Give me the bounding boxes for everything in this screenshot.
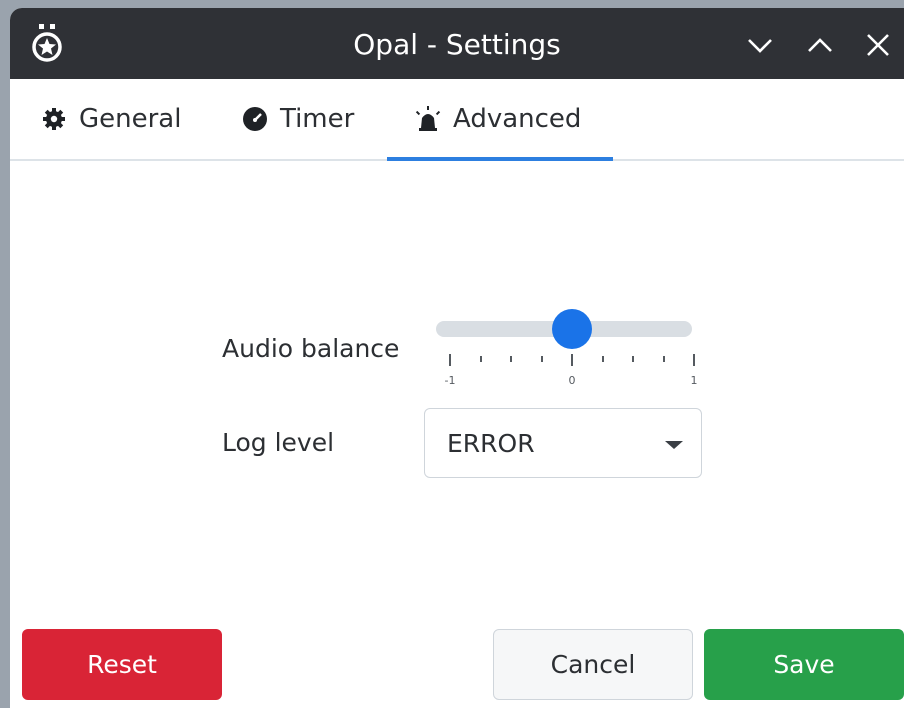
- slider-tick: [449, 354, 451, 366]
- slider-tick: [632, 356, 634, 362]
- slider-tick: [693, 354, 695, 366]
- tick-label-mid: 0: [568, 374, 576, 387]
- save-button[interactable]: Save: [704, 629, 904, 700]
- slider-tick: [571, 354, 573, 366]
- tab-bar: General Timer Advanced: [10, 79, 904, 161]
- title-bar: Opal - Settings: [10, 8, 904, 79]
- reset-button[interactable]: Reset: [22, 629, 222, 700]
- log-level-value: ERROR: [447, 429, 535, 458]
- slider-thumb[interactable]: [552, 309, 592, 349]
- tick-label-min: -1: [444, 374, 456, 387]
- audio-balance-slider[interactable]: -1 0 1: [434, 300, 704, 390]
- slider-tick: [540, 356, 543, 362]
- slider-tick: [510, 356, 512, 362]
- slider-tick: [601, 356, 604, 362]
- gauge-icon: [242, 106, 268, 132]
- log-level-select[interactable]: ERROR: [424, 408, 702, 478]
- maximize-icon[interactable]: [803, 28, 837, 62]
- tab-advanced-label: Advanced: [453, 104, 582, 134]
- gear-icon: [41, 106, 67, 132]
- chevron-down-icon: [665, 441, 683, 449]
- alarm-icon: [415, 106, 441, 132]
- active-tab-indicator: [387, 157, 613, 161]
- slider-tick: [662, 356, 665, 362]
- cancel-button[interactable]: Cancel: [493, 629, 693, 700]
- log-level-label: Log level: [222, 428, 335, 457]
- tab-timer[interactable]: Timer: [242, 79, 354, 159]
- minimize-icon[interactable]: [743, 28, 777, 62]
- settings-window: Opal - Settings General Timer Advanced A…: [10, 8, 904, 708]
- tab-timer-label: Timer: [280, 104, 355, 134]
- slider-tick: [479, 356, 482, 362]
- close-icon[interactable]: [861, 28, 895, 62]
- tick-label-max: 1: [690, 374, 698, 387]
- tab-general-label: General: [79, 104, 182, 134]
- audio-balance-label: Audio balance: [222, 334, 400, 363]
- tab-advanced[interactable]: Advanced: [415, 79, 581, 159]
- tab-general[interactable]: General: [41, 79, 181, 159]
